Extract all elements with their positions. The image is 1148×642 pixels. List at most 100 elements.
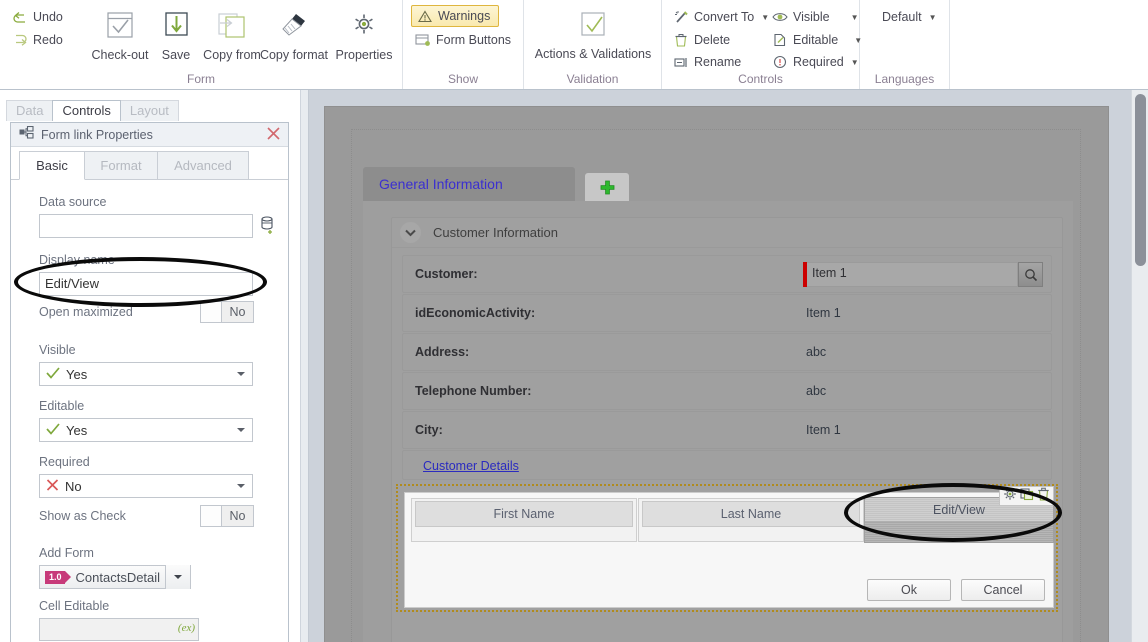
grid-buttons: Ok Cancel — [867, 579, 1045, 601]
field-display-name: Display name Edit/View — [11, 253, 290, 296]
properties-label: Properties — [335, 48, 393, 62]
dialog-title: Form link Properties — [41, 127, 153, 142]
grid-header-last-name[interactable]: Last Name — [642, 501, 860, 527]
visible-button[interactable]: Visible ▼ — [772, 8, 859, 26]
subtab-advanced[interactable]: Advanced — [157, 151, 249, 180]
collapse-chevron-icon[interactable] — [400, 222, 421, 243]
subtab-format[interactable]: Format — [84, 151, 158, 180]
tab-layout[interactable]: Layout — [119, 100, 179, 121]
version-badge: 1.0 — [45, 570, 70, 584]
actions-validations-button[interactable] — [557, 6, 629, 46]
chevron-down-icon[interactable] — [165, 565, 190, 589]
form-tab-body: Customer Information Customer: Item 1 id… — [363, 201, 1073, 642]
cancel-button[interactable]: Cancel — [961, 579, 1045, 601]
tab-general-information[interactable]: General Information — [363, 167, 575, 201]
grid-header-first-name[interactable]: First Name — [415, 501, 633, 527]
copy-from-label: Copy from — [203, 48, 261, 62]
visible-label: Visible — [793, 10, 830, 24]
undo-button[interactable]: Undo — [12, 8, 63, 26]
required-button[interactable]: Required ▼ — [772, 53, 859, 71]
grid-column-edit-view[interactable]: Edit/View — [864, 486, 1054, 543]
close-icon[interactable] — [266, 126, 281, 146]
trash-icon[interactable] — [1037, 487, 1050, 506]
vertical-scrollbar[interactable] — [1131, 90, 1148, 642]
data-source-input[interactable] — [39, 214, 253, 238]
row-label: idEconomicActivity: — [415, 306, 536, 320]
gear-icon — [328, 6, 400, 46]
form-buttons-icon — [415, 32, 431, 48]
row-value[interactable]: Item 1 — [806, 306, 841, 320]
copy-format-button[interactable]: Copy format — [258, 6, 330, 64]
check-icon — [46, 422, 60, 438]
chevron-down-icon — [237, 372, 245, 376]
editable-value: Yes — [66, 422, 88, 438]
rename-button[interactable]: Rename — [673, 53, 741, 71]
row-value[interactable]: Item 1 — [806, 423, 841, 437]
field-data-source: Data source — [11, 195, 290, 238]
checkbox-check-icon — [557, 6, 629, 46]
warnings-button[interactable]: Warnings — [411, 5, 500, 27]
ribbon-group-label-show: Show — [447, 72, 479, 86]
rename-icon — [673, 54, 689, 70]
required-select[interactable]: No — [39, 474, 253, 498]
search-icon[interactable] — [1018, 262, 1043, 287]
field-show-as-check: Show as Check No — [11, 505, 290, 527]
customer-lookup[interactable]: Item 1 — [803, 262, 1043, 287]
display-name-input[interactable]: Edit/View — [39, 272, 253, 296]
show-as-check-toggle[interactable]: No — [200, 505, 254, 527]
row-value[interactable]: abc — [806, 384, 826, 398]
ribbon-group-validation: Actions & Validations Validation — [524, 0, 662, 89]
redo-button[interactable]: Redo — [12, 31, 63, 49]
open-maximized-toggle[interactable]: No — [200, 301, 254, 323]
grid-column-last-name[interactable]: Last Name — [638, 498, 864, 542]
row-label: City: — [415, 423, 443, 437]
form-row-city: City: Item 1 — [402, 411, 1052, 449]
convert-to-button[interactable]: Convert To ▼ — [673, 8, 769, 26]
add-tab-button[interactable] — [585, 173, 629, 201]
visible-select[interactable]: Yes — [39, 362, 253, 386]
properties-button[interactable]: Properties — [328, 6, 400, 64]
formula-icon[interactable]: (ex) — [178, 622, 195, 634]
field-cell-editable: Cell Editable (ex) — [11, 599, 290, 641]
required-label: Required — [39, 455, 90, 469]
default-language-label: Default — [882, 10, 922, 24]
editable-page-icon — [772, 32, 788, 48]
contacts-grid-container[interactable]: First Name Last Name Edit/View Ok Cancel — [396, 484, 1058, 612]
show-as-check-value: No — [229, 509, 246, 523]
default-language-button[interactable]: Default ▼ — [882, 8, 937, 26]
form-buttons-button[interactable]: Form Buttons — [415, 31, 511, 49]
scrollbar-thumb[interactable] — [1135, 94, 1146, 266]
chevron-down-icon: ▼ — [850, 12, 859, 22]
ribbon-group-form: Undo Redo Check-out Save Copy from Copy … — [0, 0, 403, 89]
tab-controls[interactable]: Controls — [52, 100, 121, 121]
editable-select[interactable]: Yes — [39, 418, 253, 442]
duplicate-icon[interactable] — [1020, 487, 1034, 506]
editable-button[interactable]: Editable ▼ — [772, 31, 862, 49]
row-label: Customer: — [415, 267, 478, 281]
select-data-source-icon[interactable] — [260, 216, 276, 239]
undo-label: Undo — [33, 10, 63, 24]
row-value[interactable]: abc — [806, 345, 826, 359]
tab-data[interactable]: Data — [6, 100, 54, 121]
field-editable: Editable Yes — [11, 399, 290, 442]
ok-button[interactable]: Ok — [867, 579, 951, 601]
customer-details-link[interactable]: Customer Details — [423, 459, 519, 473]
redo-icon — [12, 32, 28, 48]
subtab-basic[interactable]: Basic — [19, 151, 85, 180]
redo-label: Redo — [33, 33, 63, 47]
customer-input[interactable]: Item 1 — [807, 262, 1018, 287]
trash-icon — [673, 32, 689, 48]
eye-icon — [772, 9, 788, 25]
data-source-label: Data source — [39, 195, 107, 209]
grid-column-first-name[interactable]: First Name — [411, 498, 637, 542]
add-form-select[interactable]: 1.0 ContactsDetail — [39, 565, 191, 589]
delete-button[interactable]: Delete — [673, 31, 730, 49]
ribbon-group-languages: Default ▼ Languages — [860, 0, 950, 89]
cell-editable-input[interactable]: (ex) — [39, 618, 199, 641]
form-link-properties-dialog: Form link Properties Basic Format Advanc… — [10, 122, 289, 642]
ribbon-group-show: Warnings Form Buttons Show — [403, 0, 524, 89]
gear-icon[interactable] — [1003, 487, 1017, 506]
left-properties-panel: Data Controls Layout Form link Propertie… — [0, 90, 299, 642]
toggle-knob — [201, 302, 222, 322]
dialog-subtabs: Basic Format Advanced — [11, 147, 288, 180]
